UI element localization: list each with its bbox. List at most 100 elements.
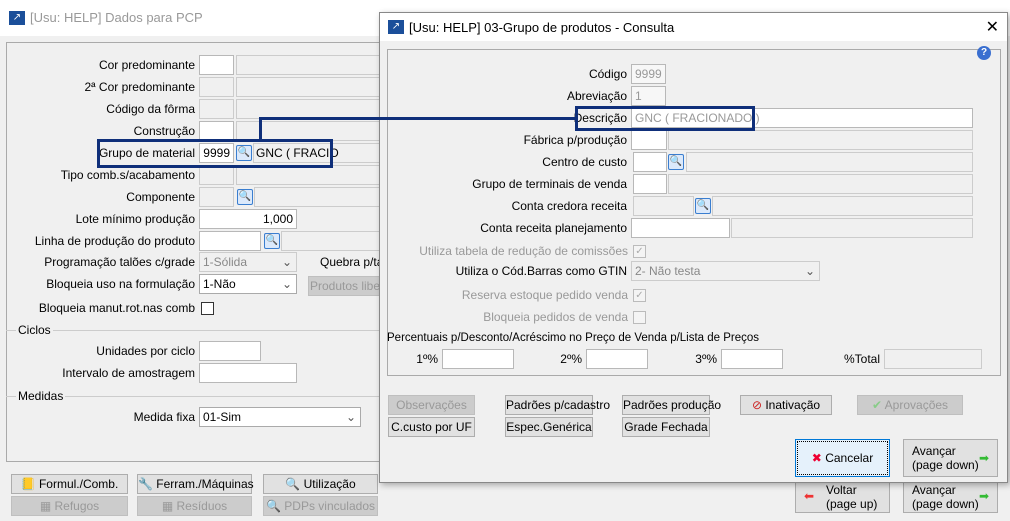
label-planejamento: Conta receita planejamento <box>480 221 627 235</box>
search-icon[interactable]: 🔍 <box>695 198 711 214</box>
fabrica-desc <box>668 130 973 150</box>
fabrica-input[interactable] <box>631 130 667 150</box>
terminais-desc <box>668 174 973 194</box>
ccusto-uf-button[interactable]: C.custo por UF <box>388 417 475 437</box>
label-construcao: Construção <box>133 124 195 138</box>
tipo-desc <box>236 165 382 185</box>
label-gtin: Utiliza o Cód.Barras como GTIN <box>455 264 627 278</box>
utiliza-tabela-checkbox[interactable]: ✓ <box>633 245 646 258</box>
residuos-button[interactable]: ▦ Resíduos <box>137 496 252 516</box>
inactive-icon: ⊘ <box>751 398 762 412</box>
cor2-desc <box>236 77 382 97</box>
connector-line <box>259 117 262 140</box>
construcao-desc <box>236 121 382 141</box>
construcao-input[interactable] <box>199 121 234 141</box>
label-codigo: Código <box>588 67 627 81</box>
p2-input[interactable] <box>586 349 648 369</box>
centro-desc <box>686 152 973 172</box>
cor-input[interactable] <box>199 55 234 75</box>
app-icon: ↗ <box>388 20 404 34</box>
observacoes-button[interactable]: Observações <box>388 395 475 415</box>
app-icon: ↗ <box>9 11 25 25</box>
utilizacao-button[interactable]: 🔍 Utilização <box>263 474 378 494</box>
label-reserva: Reserva estoque pedido venda <box>461 288 628 302</box>
search-icon[interactable]: 🔍 <box>668 154 684 170</box>
intervalo-input[interactable] <box>199 363 297 383</box>
planejamento-input[interactable] <box>631 218 730 238</box>
abreviacao-field: 1 <box>631 86 666 106</box>
label-tipo: Tipo comb.s/acabamento <box>60 168 195 182</box>
espec-generica-button[interactable]: Espec.Genérica <box>505 417 593 437</box>
terminais-input[interactable] <box>633 174 667 194</box>
componente-input <box>199 187 234 207</box>
bloqueia-manut-checkbox[interactable] <box>201 302 214 315</box>
aprovacoes-button[interactable]: ✔ Aprovações <box>857 395 963 415</box>
label-componente: Componente <box>126 190 195 204</box>
reserva-checkbox[interactable]: ✓ <box>633 289 646 302</box>
label-quebra: Quebra p/ta <box>320 255 384 269</box>
cancelar-button[interactable]: ✖ Cancelar <box>795 439 890 477</box>
lote-input[interactable]: 1,000 <box>199 209 297 229</box>
bloqueia-uso-value: 1-Não <box>203 277 236 291</box>
percentuais-heading: Percentuais p/Desconto/Acréscimo no Preç… <box>387 332 760 344</box>
connector-line <box>259 117 577 120</box>
chevron-down-icon: ⌄ <box>345 410 356 424</box>
check-icon: ✔ <box>871 398 882 412</box>
credora-input <box>633 196 694 216</box>
label-total: %Total <box>843 352 880 366</box>
label-unidades: Unidades por ciclo <box>96 344 195 358</box>
tipo-input <box>199 165 234 185</box>
label-forma: Código da fôrma <box>106 102 195 116</box>
inativacao-button[interactable]: ⊘ Inativação <box>740 395 832 415</box>
refugos-button[interactable]: ▦ Refugos <box>11 496 128 516</box>
codigo-field: 9999 <box>631 64 666 84</box>
close-icon[interactable]: ✕ <box>986 17 999 37</box>
total-field <box>884 349 982 369</box>
linha-desc <box>281 231 382 251</box>
medida-fixa-select[interactable]: 01-Sim ⌄ <box>199 407 361 427</box>
search-icon[interactable]: 🔍 <box>264 233 280 249</box>
label-credora: Conta credora receita <box>511 199 627 213</box>
chevron-down-icon: ⌄ <box>281 277 292 291</box>
formul-comb-button[interactable]: 📒 Formul./Comb. <box>11 474 128 494</box>
ferram-maquinas-button[interactable]: 🔧 Ferram./Máquinas <box>137 474 254 494</box>
gtin-select[interactable]: 2- Não testa ⌄ <box>631 261 820 281</box>
label-intervalo: Intervalo de amostragem <box>62 366 195 380</box>
label-cor: Cor predominante <box>98 58 195 72</box>
label-terminais: Grupo de terminais de venda <box>472 177 627 191</box>
unidades-input[interactable] <box>199 341 261 361</box>
pdps-button[interactable]: 🔍 PDPs vinculados <box>263 496 378 516</box>
highlight-descricao <box>575 106 755 131</box>
label-medida-fixa: Medida fixa <box>133 410 195 424</box>
dialog-title: [Usu: HELP] 03-Grupo de produtos - Consu… <box>409 20 675 35</box>
label-bloqueia-uso: Bloqueia uso na formulação <box>46 277 195 291</box>
padroes-producao-button[interactable]: Padrões produção <box>622 395 721 415</box>
planejamento-desc <box>731 218 973 238</box>
p3-input[interactable] <box>721 349 783 369</box>
linha-input[interactable] <box>199 231 261 251</box>
back-avancar-button[interactable]: Avançar (page down) ➡ <box>903 480 998 513</box>
divider <box>6 330 382 331</box>
medidas-legend: Medidas <box>16 389 66 403</box>
produtos-button[interactable]: Produtos libe <box>308 276 382 296</box>
p1-input[interactable] <box>442 349 514 369</box>
bloqueia-pedidos-checkbox[interactable] <box>633 311 646 324</box>
arrow-right-icon: ➡ <box>978 489 989 503</box>
x-icon: ✖ <box>811 451 822 465</box>
credora-desc <box>712 196 973 216</box>
label-cor2: 2ª Cor predominante <box>84 80 195 94</box>
help-icon[interactable]: ? <box>977 46 991 60</box>
medida-fixa-value: 01-Sim <box>203 410 242 424</box>
bloqueia-uso-select[interactable]: 1-Não ⌄ <box>199 274 297 294</box>
grade-fechada-button[interactable]: Grade Fechada <box>622 417 710 437</box>
padroes-cadastro-button[interactable]: Padrões p/cadastro <box>505 395 610 415</box>
label-bloqueia-pedidos: Bloqueia pedidos de venda <box>483 310 628 324</box>
centro-input[interactable] <box>633 152 667 172</box>
cor-desc <box>236 55 382 75</box>
arrow-left-icon: ⬅ <box>804 489 815 503</box>
programacao-select[interactable]: 1-Sólida ⌄ <box>199 252 297 272</box>
avancar-button[interactable]: Avançar (page down) ➡ <box>903 439 998 477</box>
label-linha: Linha de produção do produto <box>34 234 195 248</box>
search-icon[interactable]: 🔍 <box>237 189 253 205</box>
voltar-button[interactable]: ⬅ Voltar (page up) <box>795 480 890 513</box>
